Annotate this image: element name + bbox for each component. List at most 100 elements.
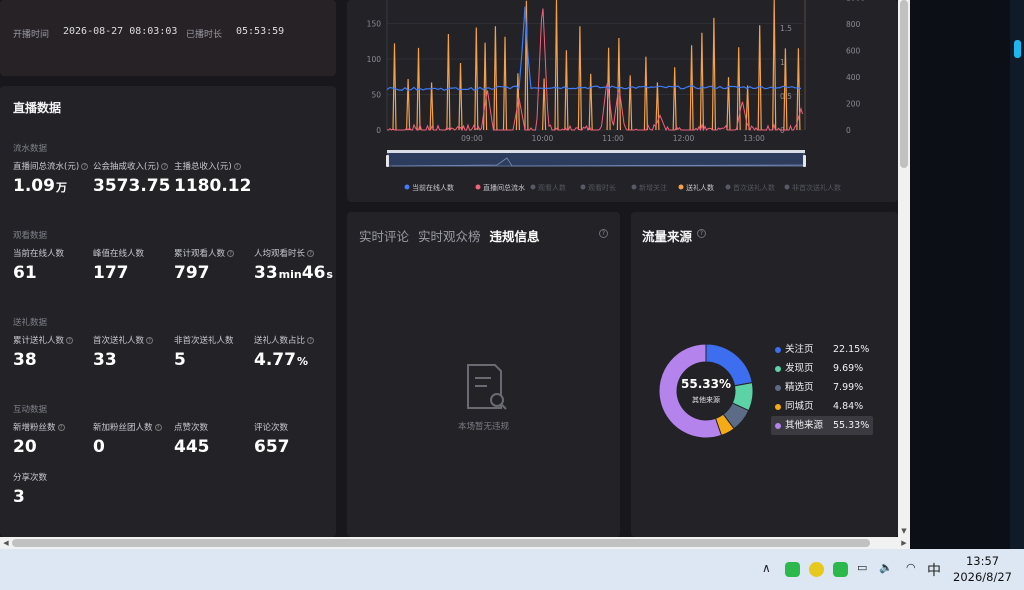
- metric-label-text: 累计观看人数: [174, 249, 226, 259]
- metric-label: 主播总收入(元)?: [174, 160, 258, 172]
- show-hidden-icons-icon[interactable]: ∧: [762, 561, 771, 577]
- start-time-label: 开播时间: [13, 30, 50, 40]
- metric-number: 33: [93, 350, 117, 370]
- metric-label: 送礼人数占比?: [254, 334, 338, 346]
- help-icon[interactable]: ?: [66, 337, 74, 344]
- metric-label: 当前在线人数: [13, 247, 97, 259]
- duration-label: 已播时长: [186, 30, 223, 40]
- range-slider-bar[interactable]: [387, 150, 805, 153]
- metric-label: 公会抽成收入(元)?: [93, 160, 177, 172]
- source-percent: 4.84%: [833, 401, 864, 412]
- help-icon[interactable]: ?: [233, 163, 241, 170]
- range-handle-left[interactable]: [386, 155, 389, 167]
- scroll-right-icon[interactable]: ▶: [898, 537, 910, 549]
- source-percent: 55.33%: [833, 420, 870, 431]
- clock-time: 13:57: [965, 554, 1000, 568]
- wechat-work-icon[interactable]: [833, 562, 848, 577]
- legend-item[interactable]: 观看时长: [580, 183, 617, 192]
- wifi-icon[interactable]: ◠: [906, 561, 916, 577]
- range-slider[interactable]: [387, 151, 805, 167]
- metric-label-text: 人均观看时长: [254, 249, 306, 259]
- y-left-tick: 50: [371, 91, 381, 100]
- metric-value: 33: [93, 350, 177, 370]
- help-icon[interactable]: ?: [154, 424, 162, 431]
- scrollbar-thumb[interactable]: [12, 539, 870, 547]
- help-icon[interactable]: ?: [227, 250, 235, 257]
- y-mid-tick: 1: [780, 58, 785, 67]
- legend-item[interactable]: 非首次送礼人数: [784, 183, 842, 192]
- legend-item[interactable]: 直播间总流水: [475, 183, 526, 192]
- metric-label-text: 当前在线人数: [13, 249, 65, 259]
- metric-item: 公会抽成收入(元)? 3573.75: [93, 160, 177, 196]
- y-left-tick: 100: [367, 55, 382, 64]
- y-mid-tick: 1.5: [780, 24, 792, 33]
- scroll-down-icon[interactable]: ▼: [898, 525, 910, 537]
- metric-number: 4.77: [254, 350, 296, 370]
- help-icon[interactable]: ?: [161, 163, 169, 170]
- legend-label: 观看人数: [538, 183, 566, 192]
- help-icon[interactable]: ?: [57, 424, 65, 431]
- metric-item: 累计观看人数? 797: [174, 247, 258, 283]
- metric-item: 点赞次数 445: [174, 421, 258, 457]
- tab-violations[interactable]: 违规信息: [490, 229, 540, 244]
- traffic-legend-item[interactable]: 关注页 22.15%: [771, 340, 873, 359]
- metric-label-text: 点赞次数: [174, 423, 209, 433]
- legend-label: 非首次送礼人数: [792, 183, 841, 192]
- range-handle-right[interactable]: [803, 155, 806, 167]
- help-icon[interactable]: ?: [307, 337, 315, 344]
- metric-unit: min: [278, 268, 302, 281]
- legend-item[interactable]: 送礼人数: [678, 183, 715, 192]
- metric-unit: s: [326, 268, 333, 281]
- battery-icon[interactable]: ▭: [857, 561, 867, 577]
- y-right-tick: 1000: [846, 0, 865, 2]
- tab-audience-rank[interactable]: 实时观众榜: [418, 229, 481, 244]
- source-percent: 9.69%: [833, 363, 864, 374]
- tab-live-comments[interactable]: 实时评论: [359, 229, 409, 244]
- metric-value: 3573.75: [93, 176, 177, 196]
- metric-label: 分享次数: [13, 471, 97, 483]
- metric-number: 177: [93, 263, 129, 283]
- vertical-scrollbar[interactable]: ▼: [898, 0, 910, 537]
- metric-value: 445: [174, 437, 258, 457]
- help-icon[interactable]: ?: [81, 163, 89, 170]
- metric-label: 非首次送礼人数: [174, 334, 258, 346]
- horizontal-scrollbar[interactable]: ◀ ▶: [0, 537, 910, 549]
- metric-label: 累计观看人数?: [174, 247, 258, 259]
- metric-label: 新增粉丝数?: [13, 421, 97, 433]
- traffic-legend-item[interactable]: 发现页 9.69%: [771, 359, 873, 378]
- group-label: 送礼数据: [13, 318, 48, 328]
- source-name: 发现页: [785, 363, 814, 374]
- metric-label: 峰值在线人数: [93, 247, 177, 259]
- source-name: 关注页: [785, 344, 814, 355]
- traffic-legend-item[interactable]: 同城页 4.84%: [771, 397, 873, 416]
- legend-item[interactable]: 新增关注: [631, 183, 668, 192]
- legend-item[interactable]: 观看人数: [530, 183, 567, 192]
- metric-item: 评论次数 657: [254, 421, 338, 457]
- app-plus-icon[interactable]: [809, 562, 824, 577]
- source-name: 同城页: [785, 401, 814, 412]
- metric-number: 3573.75: [93, 176, 171, 196]
- traffic-legend-item[interactable]: 其他来源 55.33%: [771, 416, 873, 435]
- traffic-legend-item[interactable]: 精选页 7.99%: [771, 378, 873, 397]
- legend-item[interactable]: 首次送礼人数: [725, 183, 776, 192]
- x-tick: 13:00: [743, 134, 765, 143]
- wechat-icon[interactable]: [785, 562, 800, 577]
- ime-indicator[interactable]: 中: [927, 560, 941, 579]
- volume-icon[interactable]: 🔈: [879, 561, 893, 577]
- source-name: 其他来源: [785, 420, 824, 431]
- help-icon[interactable]: ?: [146, 337, 154, 344]
- scrollbar-thumb[interactable]: [900, 0, 908, 168]
- legend-item[interactable]: 当前在线人数: [404, 183, 455, 192]
- legend-dot: [775, 404, 781, 410]
- live-data-title: 直播数据: [13, 101, 62, 115]
- metric-label-text: 送礼人数占比: [254, 336, 306, 346]
- y-right-tick: 0: [846, 126, 851, 135]
- scroll-left-icon[interactable]: ◀: [0, 537, 12, 549]
- help-icon[interactable]: ?: [599, 229, 608, 238]
- metric-label-text: 分享次数: [13, 473, 48, 483]
- live-info-card: 开播时间 2026-08-27 08:03:03 已播时长 05:53:59: [0, 0, 336, 76]
- side-window: [910, 0, 1024, 549]
- legend-dot: [475, 184, 481, 190]
- help-icon[interactable]: ?: [307, 250, 315, 257]
- system-clock[interactable]: 13:57 2026/8/27: [953, 553, 1012, 585]
